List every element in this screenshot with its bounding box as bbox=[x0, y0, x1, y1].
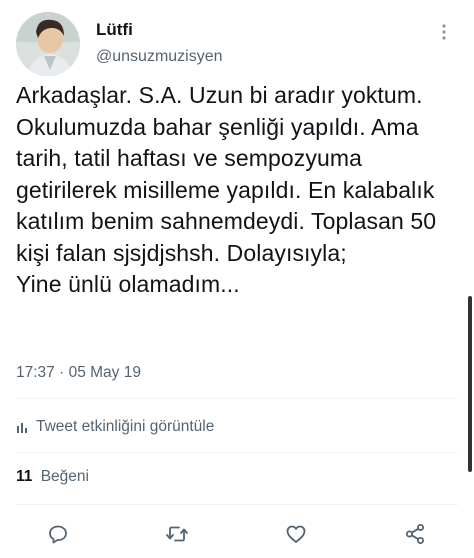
share-button[interactable] bbox=[401, 520, 429, 548]
divider bbox=[16, 398, 458, 399]
retweet-icon bbox=[166, 526, 188, 542]
tweet-text: Arkadaşlar. S.A. Uzun bi aradır yoktum. … bbox=[16, 82, 437, 297]
reply-button[interactable] bbox=[44, 520, 72, 548]
tweet-timestamp[interactable]: 17:37 · 05 May 19 bbox=[16, 364, 141, 382]
tweet-header: Lütfi @unsuzmuzisyen bbox=[16, 12, 458, 82]
meta-separator: · bbox=[59, 364, 65, 381]
divider bbox=[16, 504, 458, 505]
heart-icon bbox=[286, 525, 306, 543]
analytics-label: Tweet etkinliğini görüntüle bbox=[36, 418, 215, 435]
likes-label: Beğeni bbox=[40, 468, 89, 485]
more-vertical-icon[interactable] bbox=[434, 22, 454, 42]
likes-count: 11 bbox=[16, 468, 33, 485]
divider bbox=[16, 452, 458, 453]
scrollbar[interactable] bbox=[468, 296, 472, 472]
retweet-button[interactable] bbox=[163, 520, 191, 548]
share-icon bbox=[406, 524, 424, 544]
bar-chart-icon bbox=[17, 423, 27, 433]
avatar-image bbox=[16, 12, 80, 76]
reply-icon bbox=[49, 525, 67, 544]
tweet-date: 05 May 19 bbox=[68, 364, 141, 381]
user-handle[interactable]: @unsuzmuzisyen bbox=[96, 48, 223, 66]
likes-count-link[interactable]: 11 Beğeni bbox=[16, 468, 89, 486]
display-name[interactable]: Lütfi bbox=[96, 20, 133, 40]
view-tweet-activity-link[interactable]: Tweet etkinliğini görüntüle bbox=[16, 415, 214, 439]
tweet-time: 17:37 bbox=[16, 364, 55, 381]
avatar[interactable] bbox=[16, 12, 80, 76]
tweet-actions-bar bbox=[0, 518, 474, 550]
like-button[interactable] bbox=[282, 520, 310, 548]
